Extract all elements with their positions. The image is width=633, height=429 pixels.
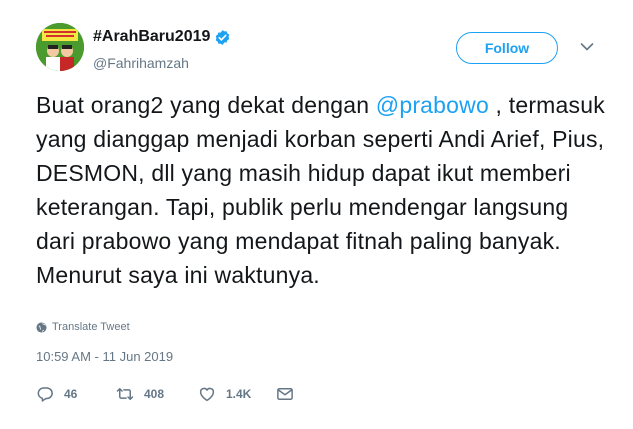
retweet-icon bbox=[116, 388, 134, 400]
translate-tweet-link[interactable]: Translate Tweet bbox=[36, 321, 130, 333]
tweet-text-start: Buat orang2 yang dekat dengan bbox=[36, 92, 376, 118]
avatar-image bbox=[36, 23, 84, 71]
translate-label[interactable]: Translate Tweet bbox=[52, 321, 130, 333]
like-count: 1.4K bbox=[226, 387, 252, 401]
reply-icon bbox=[37, 387, 53, 402]
reply-count: 46 bbox=[64, 387, 78, 401]
handle[interactable]: @Fahrihamzah bbox=[93, 55, 189, 71]
avatar[interactable] bbox=[36, 23, 84, 71]
mention-link[interactable]: @prabowo bbox=[376, 92, 489, 118]
timestamp[interactable]: 10:59 AM - 11 Jun 2019 bbox=[36, 349, 173, 364]
globe-icon bbox=[36, 321, 47, 333]
display-name[interactable]: #ArahBaru2019 bbox=[93, 28, 210, 46]
retweet-button[interactable]: 408 bbox=[116, 384, 164, 404]
heart-icon bbox=[199, 387, 215, 402]
author-name-row[interactable]: #ArahBaru2019 bbox=[93, 28, 231, 46]
direct-message-button[interactable] bbox=[276, 384, 294, 404]
like-button[interactable]: 1.4K bbox=[198, 384, 251, 404]
tweet-text-rest: , termasuk yang dianggap menjadi korban … bbox=[36, 92, 605, 288]
envelope-icon bbox=[277, 388, 293, 400]
chevron-down-icon[interactable] bbox=[580, 42, 594, 52]
reply-button[interactable]: 46 bbox=[36, 384, 77, 404]
verified-badge-icon bbox=[214, 29, 231, 46]
retweet-count: 408 bbox=[144, 387, 165, 401]
follow-button[interactable]: Follow bbox=[456, 32, 558, 64]
tweet-text: Buat orang2 yang dekat dengan @prabowo ,… bbox=[36, 88, 611, 292]
tweet-card: #ArahBaru2019 @Fahrihamzah Follow Buat o… bbox=[0, 0, 633, 429]
